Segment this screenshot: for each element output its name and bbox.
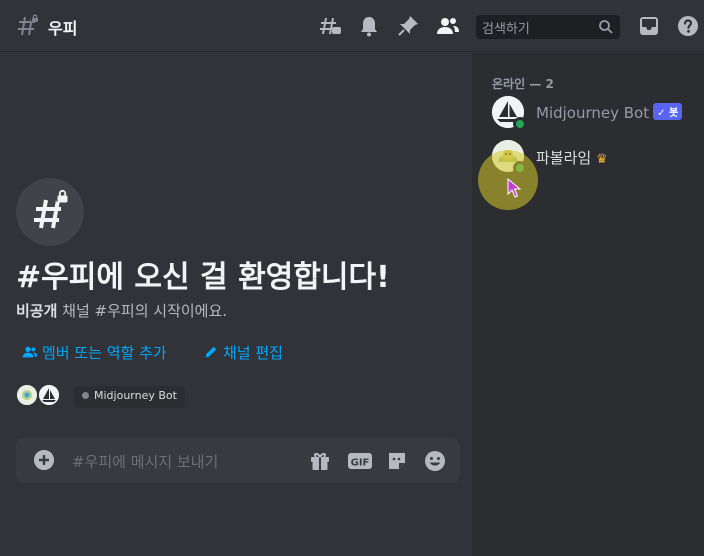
search-input[interactable]: 검색하기 <box>476 15 620 39</box>
avatar[interactable] <box>37 383 61 407</box>
bot-badge: ✓ 봇 <box>653 103 683 120</box>
pin-icon[interactable] <box>396 14 420 38</box>
member-name: Midjourney Bot ✓ 봇 <box>536 103 683 122</box>
welcome-subtitle-text: 채널 #우피의 시작이에요. <box>57 302 228 320</box>
pencil-icon <box>205 346 217 358</box>
channel-name: 우피 <box>48 19 78 38</box>
member-name-text: Midjourney Bot <box>536 104 650 122</box>
sticker-icon[interactable] <box>386 450 408 472</box>
help-icon[interactable] <box>676 14 700 38</box>
gift-icon[interactable] <box>309 450 331 472</box>
private-label: 비공개 <box>16 302 58 320</box>
plus-icon[interactable] <box>34 450 54 470</box>
search-icon <box>599 20 613 34</box>
online-heading: 온라인 — 2 <box>492 77 554 91</box>
inbox-icon[interactable] <box>637 14 661 38</box>
private-channel-icon <box>18 14 39 36</box>
private-channel-large-icon <box>16 178 84 246</box>
sailboat-icon <box>39 385 59 405</box>
bell-icon[interactable] <box>357 14 381 38</box>
add-members-label: 멤버 또는 역할 추가 <box>42 344 167 362</box>
emoji-icon[interactable] <box>424 450 446 472</box>
member-name: 파볼라임 ♛ <box>536 147 608 168</box>
member-item-midjourney-bot[interactable]: Midjourney Bot ✓ 봇 <box>492 92 692 132</box>
member-list: 온라인 — 2 Midjourney Bot ✓ 봇 파볼라임 ♛ <box>472 53 704 556</box>
avatar[interactable] <box>15 383 39 407</box>
svg-text:GIF: GIF <box>351 458 370 469</box>
add-member-icon <box>22 346 38 358</box>
member-list-icon[interactable] <box>436 14 460 38</box>
crown-icon: ♛ <box>595 152 608 167</box>
welcome-subtitle: 비공개 채널 #우피의 시작이에요. <box>16 300 227 321</box>
message-input[interactable]: #우피에 메시지 보내기 <box>72 451 218 472</box>
channel-header: 우피 검색하기 <box>0 0 704 52</box>
threads-icon[interactable] <box>318 14 342 38</box>
welcome-title: #우피에 오신 걸 환영합니다! <box>16 260 390 295</box>
online-status <box>513 117 527 131</box>
member-chip[interactable]: Midjourney Bot <box>74 386 185 408</box>
search-placeholder: 검색하기 <box>482 22 530 37</box>
chip-label: Midjourney Bot <box>94 389 177 402</box>
member-name-text: 파볼라임 <box>536 149 592 167</box>
edit-channel-label: 채널 편집 <box>223 344 283 362</box>
lime-avatar-icon <box>17 385 37 405</box>
message-composer: #우피에 메시지 보내기 GIF <box>16 438 460 483</box>
gif-icon[interactable]: GIF <box>347 450 373 472</box>
mouse-cursor-icon <box>507 178 522 198</box>
add-members-link[interactable]: 멤버 또는 역할 추가 <box>22 342 167 363</box>
edit-channel-link[interactable]: 채널 편집 <box>203 342 283 363</box>
status-dot <box>82 392 89 399</box>
